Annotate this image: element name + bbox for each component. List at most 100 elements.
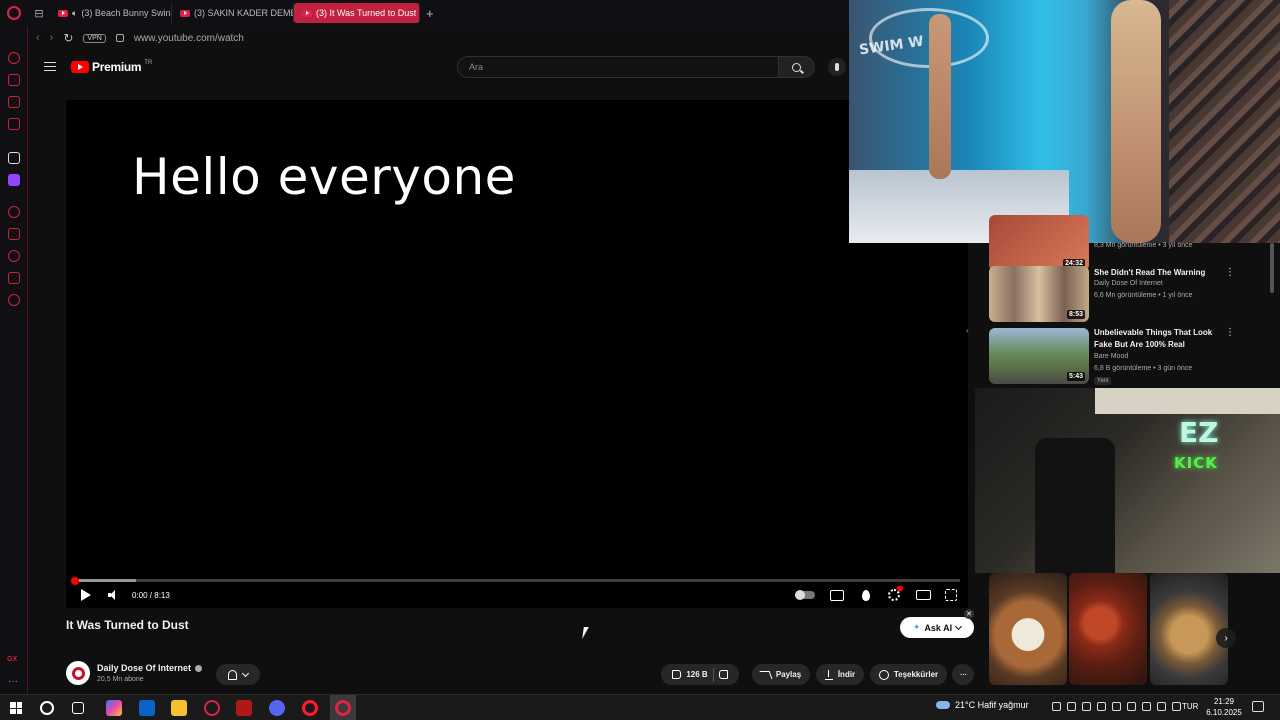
- channel-name[interactable]: Daily Dose Of Internet: [1094, 280, 1163, 287]
- voice-search-button[interactable]: [828, 58, 846, 76]
- close-icon[interactable]: ✕: [964, 609, 974, 619]
- new-tab-button[interactable]: +: [420, 6, 440, 21]
- tab-sakin-kader[interactable]: (3) SAKIN KADER DEME: [172, 3, 294, 23]
- pip-video-runway[interactable]: SWIM W: [849, 0, 1280, 243]
- url-field[interactable]: www.youtube.com/watch: [134, 33, 244, 44]
- video-player[interactable]: Hello everyone 0:00 / 8:13: [66, 100, 968, 608]
- twitch-icon[interactable]: [8, 174, 20, 186]
- language-indicator[interactable]: TUR: [1182, 702, 1198, 711]
- weather-widget[interactable]: 21°C Hafif yağmur: [936, 700, 1029, 710]
- scrollbar[interactable]: [1270, 243, 1274, 293]
- notification-icon[interactable]: [1252, 701, 1264, 712]
- more-vert-icon[interactable]: ⋮: [1225, 267, 1235, 278]
- fullscreen-button[interactable]: [945, 588, 957, 602]
- dislike-icon[interactable]: [718, 670, 728, 679]
- pip-stream-webcam[interactable]: EZ KICK: [975, 388, 1280, 573]
- gx-corner-icon[interactable]: [8, 118, 20, 130]
- youtube-logo[interactable]: Premium TR: [71, 60, 152, 74]
- download-button[interactable]: İndir: [816, 664, 864, 685]
- tray-app-icon[interactable]: [1097, 702, 1106, 711]
- share-button[interactable]: Paylaş: [752, 664, 810, 685]
- settings-icon[interactable]: [8, 294, 20, 306]
- tray-app-icon[interactable]: [1067, 702, 1076, 711]
- forward-icon[interactable]: ›: [50, 32, 54, 44]
- progress-bar[interactable]: [71, 576, 960, 585]
- wifi-icon[interactable]: [1142, 702, 1151, 711]
- video-title[interactable]: She Didn't Read The Warning: [1094, 267, 1219, 279]
- settings-button[interactable]: [888, 586, 903, 602]
- menu-icon[interactable]: [44, 62, 56, 71]
- video-thumbnail[interactable]: 8:53: [989, 266, 1089, 322]
- thanks-button[interactable]: Teşekkürler: [870, 664, 947, 685]
- microphone-icon[interactable]: [1112, 702, 1121, 711]
- battery-icon[interactable]: [1172, 702, 1181, 711]
- network-icon[interactable]: [1127, 702, 1136, 711]
- copilot-icon[interactable]: [106, 700, 122, 716]
- play-icon: [81, 589, 91, 601]
- window-light: [1095, 388, 1280, 414]
- lock-icon[interactable]: [115, 34, 124, 42]
- mute-button[interactable]: [108, 588, 118, 602]
- video-thumbnail[interactable]: 24:32: [989, 215, 1089, 271]
- notification-bell-button[interactable]: [216, 664, 260, 685]
- address-bar: ‹ › ↻ VPN www.youtube.com/watch: [28, 26, 848, 50]
- extensions-icon[interactable]: [8, 272, 20, 284]
- ambient-button[interactable]: [862, 588, 870, 602]
- video-title[interactable]: Unbelievable Things That Look Fake But A…: [1094, 327, 1219, 351]
- discord-tray-icon[interactable]: [1052, 702, 1061, 711]
- opera-menu-icon[interactable]: [0, 0, 28, 26]
- more-vert-icon[interactable]: ⋮: [1225, 327, 1235, 338]
- subtitles-icon: [830, 589, 844, 601]
- short-thumbnail[interactable]: [1150, 573, 1228, 685]
- aria-icon[interactable]: [8, 52, 20, 64]
- bookmarks-icon[interactable]: [8, 228, 20, 240]
- clock-time: 21:29: [1213, 697, 1235, 706]
- file-explorer-icon[interactable]: [171, 700, 187, 716]
- theater-mode-button[interactable]: [916, 588, 931, 602]
- like-icon[interactable]: [672, 670, 682, 679]
- voicemod-icon[interactable]: [236, 700, 252, 716]
- windows-start-icon[interactable]: [10, 702, 22, 714]
- autoplay-toggle[interactable]: [795, 588, 815, 602]
- tab-beach-bunny[interactable]: 🔈︎ (3) Beach Bunny Swin: [50, 3, 172, 23]
- clock[interactable]: 21:29 6.10.2025: [1204, 696, 1244, 718]
- scrubber-handle[interactable]: [71, 576, 79, 585]
- opera-icon[interactable]: [302, 700, 318, 716]
- tab-switcher-icon[interactable]: ⊟: [28, 7, 50, 20]
- tray-app-icon[interactable]: [1082, 702, 1091, 711]
- short-thumbnail[interactable]: [1069, 573, 1147, 685]
- opera-gx-icon[interactable]: [335, 700, 351, 716]
- subtitles-button[interactable]: [830, 588, 844, 602]
- play-button[interactable]: [81, 588, 91, 602]
- short-thumbnail[interactable]: [989, 573, 1067, 685]
- channel-name[interactable]: Daily Dose Of Internet: [97, 663, 203, 673]
- channel-name[interactable]: Bare Mood: [1094, 353, 1128, 360]
- vpn-badge[interactable]: VPN: [83, 33, 106, 43]
- tab-it-was-turned-to-dust[interactable]: (3) It Was Turned to Dust: [294, 3, 420, 23]
- sidebar-more-icon[interactable]: ···: [8, 676, 18, 687]
- search-input[interactable]: [458, 57, 778, 77]
- video-thumbnail[interactable]: 5:43: [989, 328, 1089, 384]
- history-icon[interactable]: [8, 250, 20, 262]
- gx-control-icon[interactable]: GX: [7, 656, 17, 663]
- search-icon[interactable]: [40, 701, 54, 715]
- app-icon[interactable]: [204, 700, 220, 716]
- next-chevron-icon[interactable]: ›: [1216, 628, 1236, 648]
- messenger-icon[interactable]: [8, 96, 20, 108]
- collapse-chevron-icon[interactable]: ‹: [966, 326, 969, 335]
- speaker-icon[interactable]: 🔈︎: [72, 8, 77, 19]
- reload-icon[interactable]: ↻: [63, 31, 73, 45]
- player-icon[interactable]: [8, 206, 20, 218]
- more-actions-button[interactable]: ···: [952, 664, 974, 685]
- discord-icon[interactable]: [269, 700, 285, 716]
- ask-ai-button[interactable]: ✦ Ask AI: [900, 617, 974, 638]
- shopping-icon[interactable]: [8, 74, 20, 86]
- outlook-icon[interactable]: [139, 700, 155, 716]
- search-button[interactable]: [779, 56, 815, 78]
- task-view-icon[interactable]: [72, 702, 84, 714]
- arc-icon[interactable]: [8, 152, 20, 164]
- like-count[interactable]: 126 B: [686, 670, 707, 679]
- channel-avatar[interactable]: [66, 661, 90, 685]
- volume-icon[interactable]: [1157, 702, 1166, 711]
- back-icon[interactable]: ‹: [36, 32, 40, 44]
